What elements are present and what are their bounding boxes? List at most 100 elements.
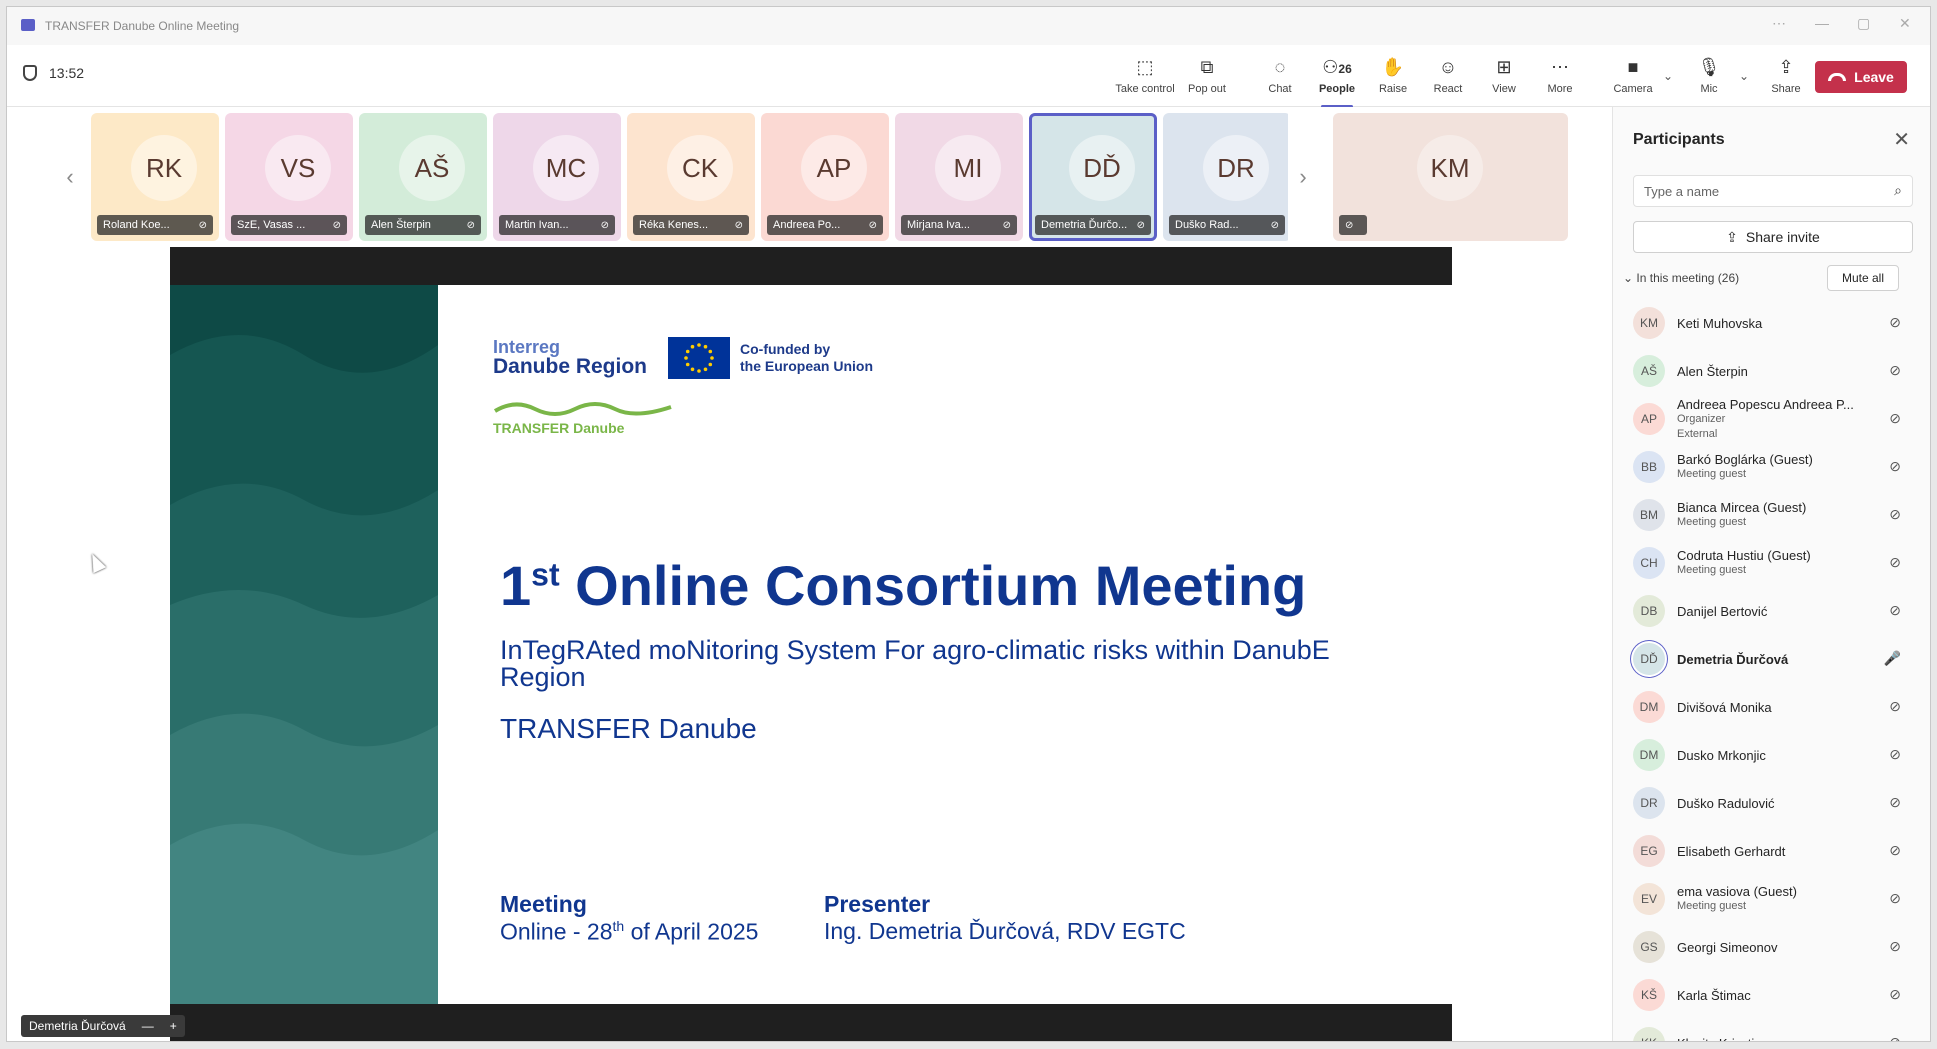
- slide-project-name: TRANSFER Danube: [500, 713, 757, 744]
- participant-search-input[interactable]: Type a name ⌕: [1633, 175, 1913, 207]
- minimize-icon[interactable]: —: [1815, 15, 1829, 31]
- video-tile[interactable]: AP Andreea Po... ⊘: [761, 113, 889, 241]
- camera-button[interactable]: ■ Camera: [1603, 55, 1663, 95]
- search-icon: ⌕: [1894, 182, 1902, 198]
- mic-off-icon[interactable]: ⊘: [1889, 986, 1901, 1003]
- share-button[interactable]: ⇪ Share: [1756, 55, 1816, 95]
- panel-title: Participants: [1633, 131, 1725, 148]
- mute-all-button[interactable]: Mute all: [1827, 265, 1899, 291]
- mic-off-icon: ⊘: [1136, 219, 1145, 231]
- participant-info: Georgi Simeonov: [1677, 940, 1867, 955]
- participant-row[interactable]: DM Divišová Monika ⊘: [1613, 683, 1930, 731]
- participant-row[interactable]: DM Dusko Mrkonjic ⊘: [1613, 731, 1930, 779]
- mic-off-icon[interactable]: ⊘: [1889, 1034, 1901, 1041]
- meeting-time: 13:52: [49, 65, 85, 81]
- raise-hand-button[interactable]: ✋ Raise: [1363, 55, 1423, 95]
- strip-next-chevron-icon[interactable]: ›: [1288, 113, 1318, 241]
- react-button[interactable]: ☺ React: [1418, 55, 1478, 95]
- participant-name: Keti Muhovska: [1677, 315, 1763, 331]
- mic-off-icon[interactable]: ⊘: [1889, 746, 1901, 763]
- teams-logo-icon: [21, 19, 35, 31]
- participant-row[interactable]: KK Klesitz Krisztina ⊘: [1613, 1019, 1930, 1041]
- mic-off-icon[interactable]: ⊘: [1889, 842, 1901, 859]
- pop-out-button[interactable]: ⧉ Pop out: [1177, 55, 1237, 95]
- participant-row[interactable]: DĎ Demetria Ďurčová 🎤: [1613, 635, 1930, 683]
- people-icon: ⚇26: [1322, 57, 1352, 77]
- featured-video-tile[interactable]: KM ⊘: [1333, 113, 1568, 241]
- mic-off-icon[interactable]: ⊘: [1889, 410, 1901, 427]
- mic-on-icon[interactable]: 🎤: [1884, 650, 1901, 667]
- strip-prev-chevron-icon[interactable]: ‹: [55, 113, 85, 241]
- mic-off-icon: ⊘: [1002, 219, 1011, 231]
- transfer-danube-logo-text: TRANSFER Danube: [493, 420, 625, 436]
- camera-options-chevron-icon[interactable]: ⌄: [1663, 69, 1673, 83]
- video-tile[interactable]: RK Roland Koe... ⊘: [91, 113, 219, 241]
- participant-row[interactable]: BB Barkó Boglárka (Guest) Meeting guest ⊘: [1613, 443, 1930, 491]
- participant-row[interactable]: AŠ Alen Šterpin ⊘: [1613, 347, 1930, 395]
- close-icon[interactable]: ✕: [1893, 127, 1910, 152]
- mic-button[interactable]: 🎙 Mic: [1679, 55, 1739, 95]
- avatar: CH: [1633, 547, 1665, 579]
- leave-button[interactable]: Leave: [1815, 61, 1907, 93]
- participant-row[interactable]: DR Duško Radulović ⊘: [1613, 779, 1930, 827]
- people-button[interactable]: ⚇26 People: [1307, 55, 1367, 108]
- take-control-button[interactable]: ⬚ Take control: [1115, 55, 1175, 95]
- video-tile[interactable]: VS SzE, Vasas ... ⊘: [225, 113, 353, 241]
- mic-off-icon[interactable]: ⊘: [1889, 698, 1901, 715]
- participant-row[interactable]: EG Elisabeth Gerhardt ⊘: [1613, 827, 1930, 875]
- view-button[interactable]: ⊞ View: [1474, 55, 1534, 95]
- video-tile[interactable]: DĎ Demetria Ďurčo... ⊘: [1029, 113, 1157, 241]
- video-tile[interactable]: DR Duško Rad... ⊘: [1163, 113, 1291, 241]
- participant-row[interactable]: BM Bianca Mircea (Guest) Meeting guest ⊘: [1613, 491, 1930, 539]
- participant-info: Karla Štimac: [1677, 988, 1867, 1003]
- participant-row[interactable]: EV ema vasiova (Guest) Meeting guest ⊘: [1613, 875, 1930, 923]
- mic-off-icon[interactable]: ⊘: [1889, 554, 1901, 571]
- participant-row[interactable]: CH Codruta Hustiu (Guest) Meeting guest ⊘: [1613, 539, 1930, 587]
- participant-row[interactable]: GS Georgi Simeonov ⊘: [1613, 923, 1930, 971]
- tile-avatar: AP: [801, 135, 867, 201]
- mic-options-chevron-icon[interactable]: ⌄: [1739, 69, 1749, 83]
- participant-info: Alen Šterpin: [1677, 364, 1867, 379]
- video-tile[interactable]: MI Mirjana Iva... ⊘: [895, 113, 1023, 241]
- shared-slide: Interreg Danube Region Co-funded by the …: [170, 247, 1452, 1041]
- video-tile[interactable]: AŠ Alen Šterpin ⊘: [359, 113, 487, 241]
- participant-info: Duško Radulović: [1677, 796, 1867, 811]
- share-invite-button[interactable]: ⇪ Share invite: [1633, 221, 1913, 253]
- minimize-icon[interactable]: —: [142, 1019, 154, 1033]
- in-meeting-section-toggle[interactable]: ⌄ In this meeting (26): [1623, 271, 1739, 285]
- mic-off-icon[interactable]: ⊘: [1889, 938, 1901, 955]
- participant-role: Organizer: [1677, 412, 1726, 425]
- participant-row[interactable]: KM Keti Muhovska ⊘: [1613, 299, 1930, 347]
- participant-info: Keti Muhovska: [1677, 316, 1867, 331]
- mic-off-icon[interactable]: ⊘: [1889, 794, 1901, 811]
- video-tile[interactable]: MC Martin Ivan... ⊘: [493, 113, 621, 241]
- mic-off-icon[interactable]: ⊘: [1889, 314, 1901, 331]
- presenter-name-tag[interactable]: Demetria Ďurčová — +: [21, 1015, 185, 1037]
- mic-off-icon[interactable]: ⊘: [1889, 602, 1901, 619]
- avatar: AP: [1633, 403, 1665, 435]
- maximize-icon[interactable]: ▢: [1857, 15, 1870, 32]
- video-tile[interactable]: CK Réka Kenes... ⊘: [627, 113, 755, 241]
- participant-row[interactable]: AP Andreea Popescu Andreea P... Organizer E…: [1613, 395, 1930, 443]
- take-control-icon: ⬚: [1136, 57, 1154, 77]
- expand-icon[interactable]: +: [170, 1019, 177, 1033]
- tile-avatar: DĎ: [1069, 135, 1135, 201]
- participant-name: Alen Šterpin: [1677, 363, 1748, 379]
- mic-off-icon[interactable]: ⊘: [1889, 506, 1901, 523]
- mic-off-icon[interactable]: ⊘: [1889, 458, 1901, 475]
- mic-off-icon: ⊘: [466, 219, 475, 231]
- mic-off-icon[interactable]: ⊘: [1889, 362, 1901, 379]
- tile-name-badge: Mirjana Iva... ⊘: [901, 215, 1017, 235]
- tile-name: SzE, Vasas ...: [237, 219, 306, 231]
- close-window-icon[interactable]: ✕: [1899, 15, 1911, 32]
- participant-row[interactable]: KŠ Karla Štimac ⊘: [1613, 971, 1930, 1019]
- more-button[interactable]: ⋯ More: [1530, 55, 1590, 95]
- participant-role: Meeting guest: [1677, 468, 1747, 480]
- more-options-icon[interactable]: ⋯: [1772, 15, 1786, 32]
- mic-off-icon[interactable]: ⊘: [1889, 890, 1901, 907]
- tile-name-badge: Martin Ivan... ⊘: [499, 215, 615, 235]
- participant-row[interactable]: DB Danijel Bertović ⊘: [1613, 587, 1930, 635]
- participant-name: Dusko Mrkonjic: [1677, 747, 1766, 763]
- share-icon: ⇪: [1778, 57, 1794, 77]
- chat-button[interactable]: ◌ Chat: [1250, 55, 1310, 95]
